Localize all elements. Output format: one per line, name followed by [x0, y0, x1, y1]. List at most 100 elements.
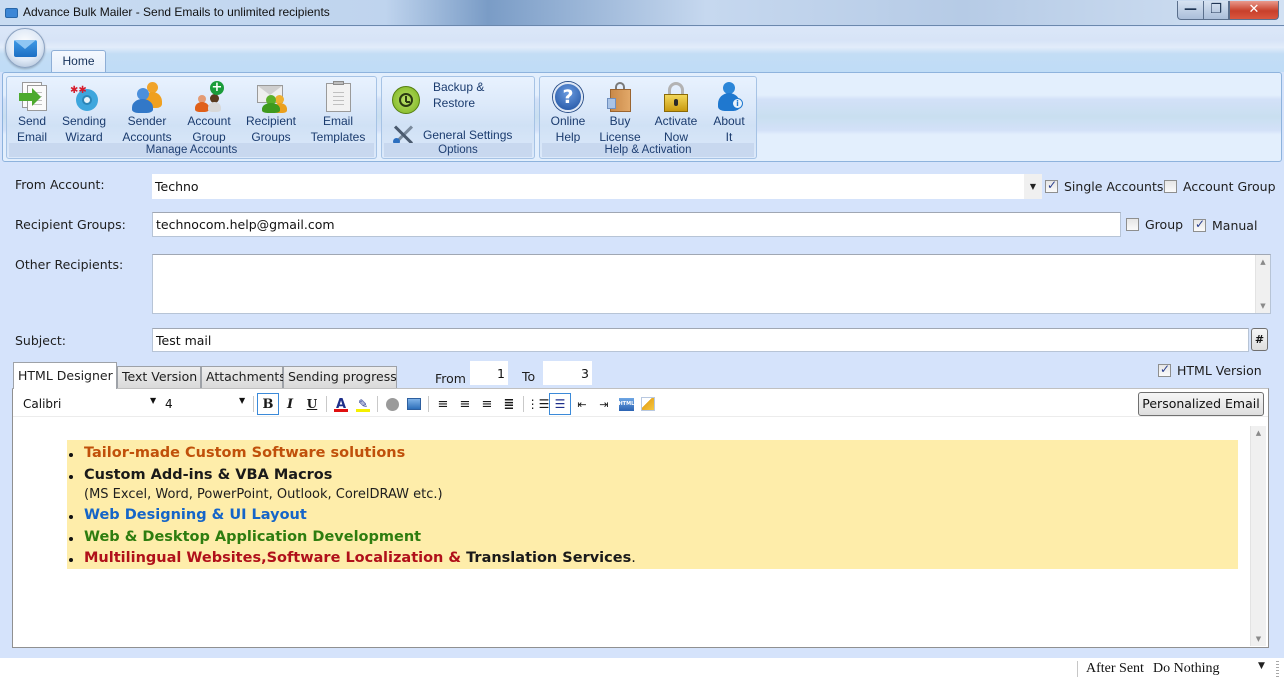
- restore-button[interactable]: ❐: [1203, 1, 1229, 20]
- about-it-label: About It: [713, 114, 745, 144]
- after-sent-label: After Sent: [1086, 661, 1144, 676]
- font-family-dropdown-icon[interactable]: ▼: [150, 396, 156, 405]
- align-right-button[interactable]: ≡: [476, 393, 498, 415]
- insert-image-button[interactable]: [403, 393, 425, 415]
- bulleted-list-button[interactable]: ☰: [549, 393, 571, 415]
- numbered-list-button[interactable]: ⋮☰: [526, 393, 550, 415]
- font-color-button[interactable]: A: [330, 393, 352, 415]
- single-accounts-checkbox[interactable]: Single Accounts: [1045, 178, 1163, 194]
- insert-link-button[interactable]: [381, 393, 403, 415]
- scroll-up-icon[interactable]: ▲: [1256, 255, 1270, 269]
- scroll-up-icon[interactable]: ▲: [1251, 426, 1266, 440]
- account-group-checkbox[interactable]: Account Group: [1164, 179, 1276, 194]
- chevron-down-icon[interactable]: ▼: [1024, 174, 1042, 199]
- align-left-button[interactable]: ≡: [432, 393, 454, 415]
- sending-wizard-label: Sending Wizard: [61, 114, 107, 144]
- font-family-select[interactable]: Calibri: [23, 397, 61, 411]
- backup-restore-button[interactable]: Backup & Restore: [392, 79, 484, 114]
- tab-attachments[interactable]: Attachments: [201, 366, 286, 388]
- tab-text-version[interactable]: Text Version: [117, 366, 201, 388]
- resize-grip[interactable]: [1276, 661, 1279, 677]
- tab-home[interactable]: Home: [51, 50, 106, 73]
- other-recipients-textarea[interactable]: ▲ ▼: [152, 254, 1271, 314]
- html-version-label: HTML Version: [1177, 363, 1262, 378]
- send-email-button[interactable]: Send Email: [7, 79, 57, 144]
- from-account-value: Techno: [155, 179, 199, 194]
- tab-html-designer[interactable]: HTML Designer: [13, 362, 117, 389]
- email-body-content[interactable]: Tailor-made Custom Software solutions Cu…: [67, 440, 1238, 569]
- font-size-value: 4: [165, 397, 173, 411]
- manual-checkbox[interactable]: Manual: [1193, 217, 1257, 233]
- checkbox-checked-icon: [1045, 178, 1058, 193]
- sending-wizard-button[interactable]: ✱✱ Sending Wizard: [58, 79, 110, 144]
- link-icon: [385, 397, 399, 411]
- after-sent-select[interactable]: Do Nothing: [1153, 661, 1220, 677]
- from-range-input[interactable]: 1: [470, 361, 508, 385]
- highlight-color-button[interactable]: ✎: [352, 393, 374, 415]
- html-version-checkbox[interactable]: HTML Version: [1158, 362, 1262, 378]
- backup-clock-icon: [392, 86, 420, 114]
- outdent-icon: ⇤: [577, 397, 587, 411]
- minimize-button[interactable]: —: [1177, 1, 1204, 20]
- content-item-2-subtext: (MS Excel, Word, PowerPoint, Outlook, Co…: [84, 487, 443, 502]
- bold-button[interactable]: B: [257, 393, 279, 415]
- group-label-options: Options: [384, 143, 532, 157]
- editor-scrollbar[interactable]: ▲ ▼: [1250, 426, 1266, 646]
- checkbox-unchecked-icon: [1126, 218, 1139, 231]
- subject-input[interactable]: Test mail: [152, 328, 1249, 352]
- font-size-select[interactable]: 4: [165, 397, 173, 411]
- activate-now-button[interactable]: Activate Now: [648, 79, 704, 144]
- justify-button[interactable]: ≣: [498, 393, 520, 415]
- tab-sending-progress[interactable]: Sending progress: [283, 366, 397, 388]
- restore-icon: ❐: [1210, 2, 1222, 17]
- outdent-button[interactable]: ⇤: [571, 393, 593, 415]
- to-range-value: 3: [581, 365, 589, 381]
- buy-license-button[interactable]: Buy License: [594, 79, 646, 144]
- numbered-list-icon: ⋮☰: [526, 397, 550, 411]
- insert-field-button[interactable]: #: [1251, 328, 1268, 351]
- general-settings-label: General Settings: [423, 128, 513, 142]
- html-source-button[interactable]: HTML: [615, 393, 637, 415]
- online-help-button[interactable]: ? Online Help: [542, 79, 594, 144]
- scroll-down-icon[interactable]: ▼: [1256, 299, 1270, 313]
- email-templates-button[interactable]: Email Templates: [307, 79, 369, 144]
- recipient-groups-input[interactable]: technocom.help@gmail.com: [152, 212, 1121, 237]
- align-center-button[interactable]: ≡: [454, 393, 476, 415]
- font-size-dropdown-icon[interactable]: ▼: [239, 396, 245, 405]
- image-icon: [407, 398, 421, 410]
- sender-accounts-button[interactable]: Sender Accounts: [119, 79, 175, 144]
- group-checkbox[interactable]: Group: [1126, 217, 1183, 232]
- format-toolbar: B I U A ✎ ≡ ≡ ≡ ≣ ⋮☰ ☰ ⇤ ⇥ HTML: [250, 393, 659, 415]
- close-icon: ✕: [1248, 2, 1260, 17]
- send-email-icon: [16, 81, 48, 113]
- other-recipients-label: Other Recipients:: [15, 257, 124, 272]
- close-button[interactable]: ✕: [1229, 1, 1279, 20]
- ribbon-group-help-activation: ? Online Help Buy License Activate Now i…: [539, 76, 757, 159]
- content-item-5: Multilingual Websites,Software Localizat…: [67, 548, 1238, 570]
- help-icon: ?: [552, 81, 584, 113]
- italic-button[interactable]: I: [279, 393, 301, 415]
- envelope-icon: [14, 40, 37, 57]
- account-group-button[interactable]: + Account Group: [181, 79, 237, 144]
- personalized-email-button[interactable]: Personalized Email: [1138, 392, 1264, 416]
- clear-format-button[interactable]: [637, 393, 659, 415]
- content-item-3: Web Designing & UI Layout: [67, 505, 1238, 527]
- scroll-down-icon[interactable]: ▼: [1251, 632, 1266, 646]
- justify-icon: ≣: [503, 396, 515, 412]
- after-sent-dropdown-icon[interactable]: ▼: [1258, 661, 1265, 671]
- to-range-input[interactable]: 3: [543, 361, 592, 385]
- recipient-groups-button[interactable]: Recipient Groups: [243, 79, 299, 144]
- about-it-button[interactable]: i About It: [704, 79, 754, 144]
- minimize-icon: —: [1184, 2, 1197, 17]
- padlock-icon: [660, 81, 692, 113]
- font-family-value: Calibri: [23, 397, 62, 411]
- from-account-select[interactable]: Techno ▼: [152, 174, 1042, 199]
- activate-now-label: Activate Now: [654, 114, 698, 144]
- window-title: Advance Bulk Mailer - Send Emails to unl…: [23, 5, 330, 19]
- underline-button[interactable]: U: [301, 393, 323, 415]
- indent-button[interactable]: ⇥: [593, 393, 615, 415]
- title-bar: Advance Bulk Mailer - Send Emails to unl…: [0, 0, 1284, 26]
- other-recipients-scrollbar[interactable]: ▲ ▼: [1255, 255, 1270, 313]
- user-info-icon: i: [713, 81, 745, 113]
- application-menu-button[interactable]: [5, 28, 45, 68]
